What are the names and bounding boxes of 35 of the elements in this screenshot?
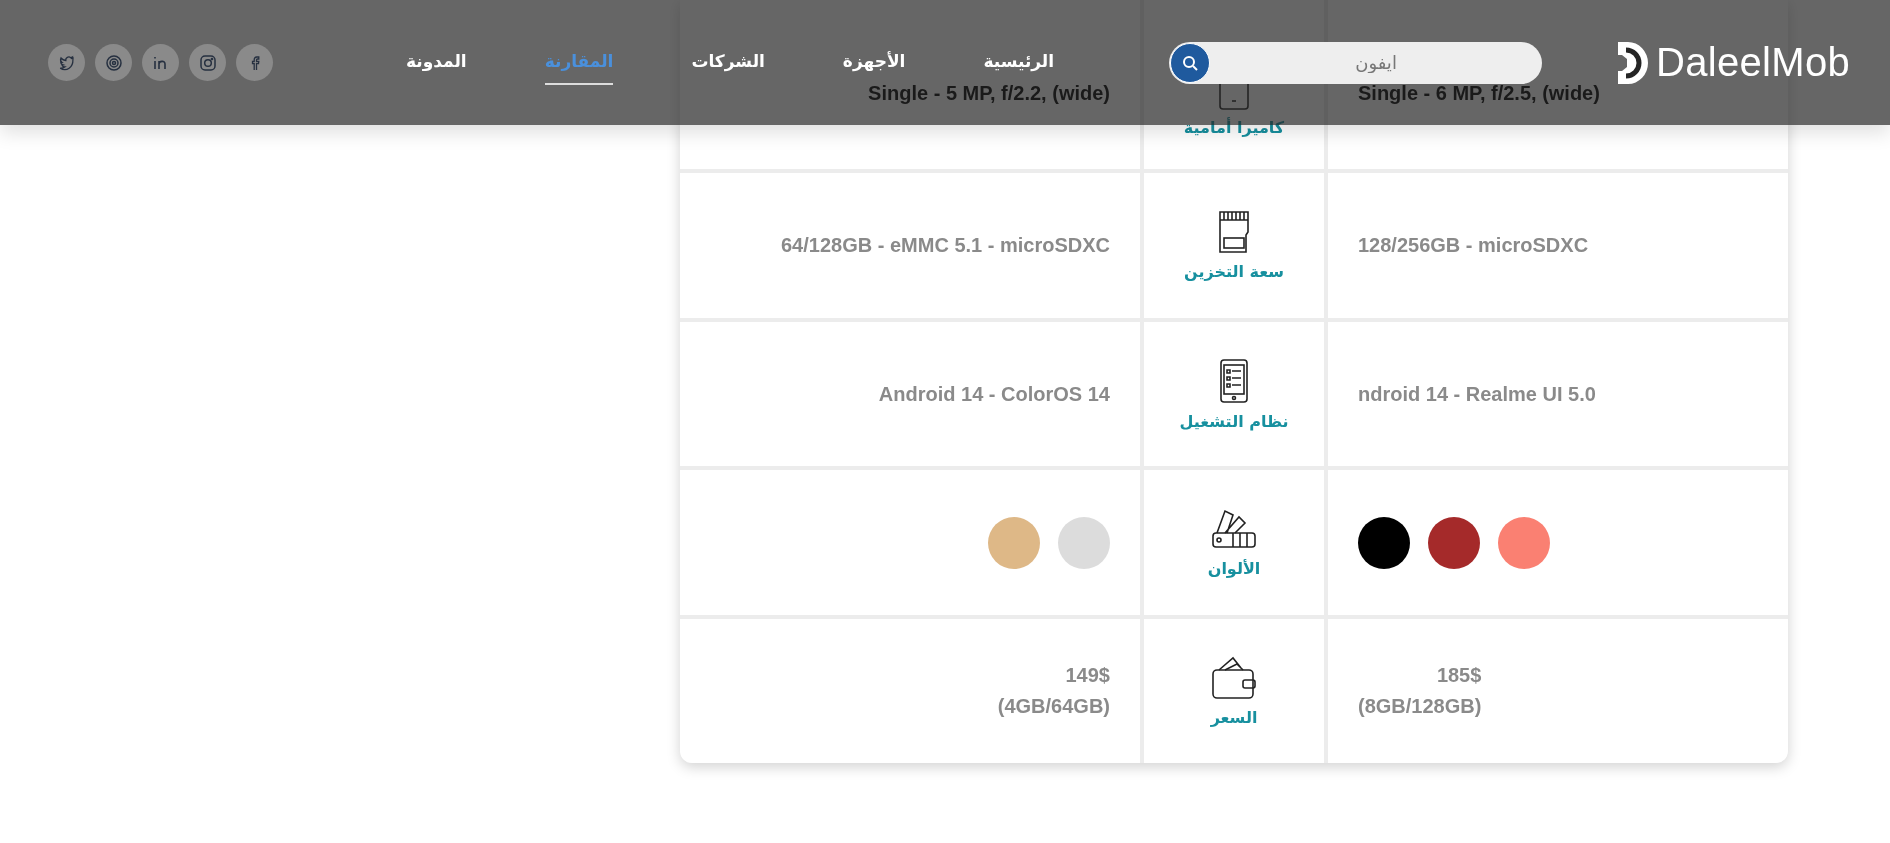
- nav-link[interactable]: المدونة: [406, 40, 467, 85]
- price-value: 185$: [1436, 664, 1482, 687]
- nav-link[interactable]: الشركات: [691, 40, 765, 85]
- storage-variant: (8GB/128GB): [1358, 695, 1482, 718]
- spec-value: Single - 6 MP, f/2.5, (wide): [1358, 82, 1600, 105]
- search-button[interactable]: [1170, 42, 1211, 83]
- spec-label: الألوان: [1207, 559, 1261, 578]
- social-link[interactable]: [95, 44, 132, 81]
- target-icon: [104, 53, 123, 72]
- social-link[interactable]: [142, 44, 179, 81]
- wallet-icon: [1211, 655, 1257, 700]
- search-icon: [1182, 54, 1199, 71]
- price-value: 149$: [1065, 664, 1110, 687]
- search-field[interactable]: ايفون: [1169, 41, 1543, 84]
- color-swatch-icon: [1211, 507, 1257, 551]
- nav-link[interactable]: الرئيسية: [983, 40, 1055, 85]
- twitter-icon: [57, 53, 76, 72]
- tablet-list-icon: [1219, 357, 1249, 404]
- nav-link[interactable]: الأجهزة: [842, 40, 906, 85]
- instagram-icon: [198, 53, 217, 72]
- spec-label: السعر: [1210, 707, 1258, 727]
- spec-label: نظام التشغيل: [1179, 411, 1289, 431]
- search-input[interactable]: ايفون: [1210, 51, 1543, 74]
- spec-value: 64/128GB - eMMC 5.1 - microSDXC: [781, 234, 1110, 257]
- social-link[interactable]: [189, 44, 226, 81]
- spec-label: سعة التخزين: [1184, 262, 1284, 281]
- spec-value: 128/256GB - microSDXC: [1358, 234, 1589, 257]
- social-link[interactable]: [48, 44, 85, 81]
- storage-variant: (4GB/64GB): [997, 695, 1110, 718]
- spec-value: Single - 5 MP, f/2.2, (wide): [868, 82, 1110, 105]
- spec-value: ndroid 14 - Realme UI 5.0: [1358, 382, 1596, 406]
- social-link[interactable]: [236, 44, 273, 81]
- spec-value: Android 14 - ColorOS 14: [878, 382, 1110, 406]
- memory-card-icon: [1216, 210, 1252, 254]
- site-logo[interactable]: DaleelMob: [1656, 40, 1850, 85]
